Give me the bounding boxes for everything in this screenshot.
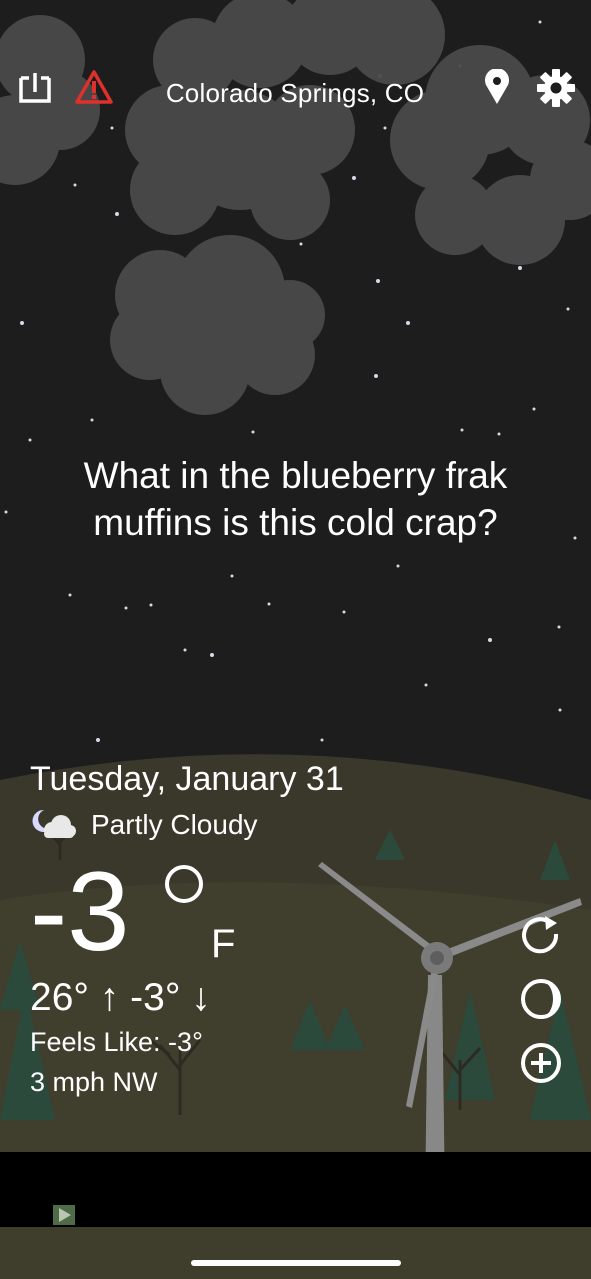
moon-phase-icon[interactable] [519, 977, 563, 1021]
location-pin-icon[interactable] [483, 69, 511, 105]
condition-label: Partly Cloudy [91, 809, 258, 840]
ad-banner[interactable] [0, 1152, 591, 1227]
home-indicator[interactable] [191, 1260, 401, 1266]
current-temperature: -3 [30, 849, 130, 974]
bottom-ground [0, 1227, 591, 1279]
temperature-unit: F [211, 922, 236, 966]
location-label[interactable]: Colorado Springs, CO [140, 78, 450, 109]
add-icon[interactable] [519, 1041, 563, 1085]
wind-speed: 3 mph NW [30, 1067, 158, 1097]
refresh-icon[interactable] [519, 914, 563, 958]
share-icon[interactable] [18, 70, 52, 104]
weather-quip: What in the blueberry frak muffins is th… [83, 455, 508, 543]
alert-icon[interactable] [74, 69, 114, 105]
high-low-temps: 26° ↑ -3° ↓ [30, 976, 211, 1019]
ad-choices-icon[interactable] [53, 1205, 75, 1225]
gear-icon[interactable] [536, 68, 576, 108]
date-label: Tuesday, January 31 [30, 760, 344, 798]
feels-like: Feels Like: -3° [30, 1027, 203, 1057]
degree-symbol [165, 865, 203, 903]
partly-cloudy-night-icon [32, 809, 76, 838]
